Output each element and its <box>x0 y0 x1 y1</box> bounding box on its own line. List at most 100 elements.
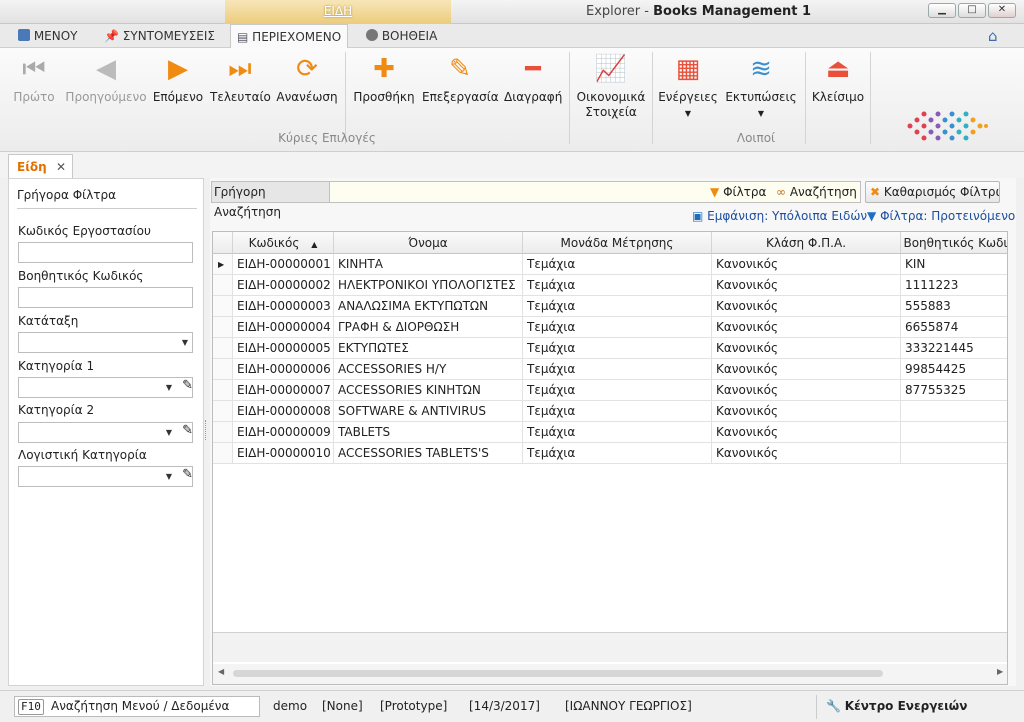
previous-button[interactable]: ◀ Προηγούμενο <box>64 48 148 105</box>
cell-code[interactable]: ΕΙΔΗ-00000010 <box>233 443 334 464</box>
add-button[interactable]: ✚ Προσθήκη <box>352 48 416 105</box>
cell-aux-code[interactable]: 87755325 <box>901 380 1007 401</box>
cell-unit[interactable]: Τεμάχια <box>523 401 712 422</box>
menu-search-box[interactable]: F10 Αναζήτηση Μενού / Δεδομένα <box>14 696 260 717</box>
scroll-right-icon[interactable]: ▶ <box>997 667 1003 676</box>
cell-vat-class[interactable]: Κανονικός <box>712 296 901 317</box>
cell-code[interactable]: ΕΙΔΗ-00000009 <box>233 422 334 443</box>
cell-name[interactable]: ACCESSORIES H/Y <box>334 359 523 380</box>
cell-vat-class[interactable]: Κανονικός <box>712 422 901 443</box>
first-button[interactable]: ⏮ Πρώτο <box>10 48 58 105</box>
tab-menu[interactable]: ΜΕΝΟΥ <box>18 24 78 48</box>
cell-aux-code[interactable] <box>901 422 1007 443</box>
row-indicator[interactable] <box>213 443 233 464</box>
row-indicator[interactable] <box>213 359 233 380</box>
cell-name[interactable]: ΕΚΤΥΠΩΤΕΣ <box>334 338 523 359</box>
cell-name[interactable]: ΗΛΕΚΤΡΟΝΙΚΟΙ ΥΠΟΛΟΓΙΣΤΕΣ <box>334 275 523 296</box>
cell-vat-class[interactable]: Κανονικός <box>712 254 901 275</box>
column-header-code[interactable]: Κωδικός ▲ <box>233 232 334 254</box>
cell-aux-code[interactable] <box>901 443 1007 464</box>
cell-aux-code[interactable] <box>901 401 1007 422</box>
cell-unit[interactable]: Τεμάχια <box>523 275 712 296</box>
cell-aux-code[interactable]: KIN <box>901 254 1007 275</box>
edit-button[interactable]: ✎ Επεξεργασία <box>422 48 499 105</box>
cell-unit[interactable]: Τεμάχια <box>523 443 712 464</box>
minimize-button[interactable]: ▁ <box>928 3 956 18</box>
search-button[interactable]: ∞ Αναζήτηση <box>776 183 857 201</box>
prints-button[interactable]: ≋ Εκτυπώσεις ▼ <box>724 48 798 121</box>
cell-aux-code[interactable]: 1111223 <box>901 275 1007 296</box>
close-window-button[interactable]: ✕ <box>988 3 1016 18</box>
cell-code[interactable]: ΕΙΔΗ-00000001 <box>233 254 334 275</box>
row-indicator[interactable] <box>213 380 233 401</box>
cell-code[interactable]: ΕΙΔΗ-00000003 <box>233 296 334 317</box>
edit-pencil-icon[interactable]: ✎ <box>182 467 193 482</box>
accounting-category-select[interactable]: ▼ ✎ <box>18 466 193 487</box>
column-header-unit[interactable]: Μονάδα Μέτρησης <box>523 232 712 254</box>
filter-preset-link[interactable]: ▼ Φίλτρα: Προτεινόμενο <box>867 209 1015 223</box>
row-indicator[interactable] <box>213 275 233 296</box>
cell-unit[interactable]: Τεμάχια <box>523 296 712 317</box>
row-indicator[interactable] <box>213 317 233 338</box>
tab-shortcuts[interactable]: 📌 ΣΥΝΤΟΜΕΥΣΕΙΣ <box>104 24 215 48</box>
row-indicator[interactable] <box>213 401 233 422</box>
view-link[interactable]: ▣ Εμφάνιση: Υπόλοιπα Ειδών <box>692 209 867 223</box>
last-button[interactable]: ⏭ Τελευταίο <box>210 48 271 105</box>
aux-code-input[interactable] <box>18 287 193 308</box>
close-icon[interactable]: ✕ <box>56 155 66 179</box>
tab-items-document[interactable]: Είδη ✕ <box>8 154 73 178</box>
cell-vat-class[interactable]: Κανονικός <box>712 401 901 422</box>
financial-data-button[interactable]: 📈 Οικονομικά Στοιχεία <box>576 48 646 120</box>
cell-vat-class[interactable]: Κανονικός <box>712 275 901 296</box>
cell-unit[interactable]: Τεμάχια <box>523 380 712 401</box>
cell-name[interactable]: ΑΝΑΛΩΣΙΜΑ ΕΚΤΥΠΩΤΩΝ <box>334 296 523 317</box>
close-button[interactable]: ⏏ Κλείσιμο <box>810 48 866 105</box>
edit-pencil-icon[interactable]: ✎ <box>182 423 193 438</box>
delete-button[interactable]: ━ Διαγραφή <box>504 48 562 105</box>
refresh-button[interactable]: ⟳ Ανανέωση <box>276 48 338 105</box>
cell-name[interactable]: ΓΡΑΦΗ & ΔΙΟΡΘΩΣΗ <box>334 317 523 338</box>
classification-select[interactable]: ▼ <box>18 332 193 353</box>
quick-search-input[interactable] <box>334 183 704 201</box>
cell-name[interactable]: SOFTWARE & ANTIVIRUS <box>334 401 523 422</box>
maximize-button[interactable]: □ <box>958 3 986 18</box>
tab-content[interactable]: ▤ ΠΕΡΙΕΧΟΜΕΝΟ <box>230 24 349 49</box>
cell-name[interactable]: ACCESSORIES TABLETS'S <box>334 443 523 464</box>
home-icon[interactable]: ⌂ <box>988 24 998 48</box>
row-indicator[interactable] <box>213 422 233 443</box>
cell-code[interactable]: ΕΙΔΗ-00000002 <box>233 275 334 296</box>
cell-name[interactable]: TABLETS <box>334 422 523 443</box>
cell-unit[interactable]: Τεμάχια <box>523 317 712 338</box>
clear-filters-button[interactable]: ✖ Καθαρισμός Φίλτρων <box>865 181 1000 203</box>
row-indicator[interactable]: ▶ <box>213 254 233 275</box>
cell-vat-class[interactable]: Κανονικός <box>712 380 901 401</box>
row-indicator[interactable] <box>213 338 233 359</box>
column-header-vat-class[interactable]: Κλάση Φ.Π.Α. <box>712 232 901 254</box>
row-indicator[interactable] <box>213 296 233 317</box>
actions-button[interactable]: ▦ Ενέργειες ▼ <box>658 48 718 121</box>
cell-code[interactable]: ΕΙΔΗ-00000007 <box>233 380 334 401</box>
cell-code[interactable]: ΕΙΔΗ-00000006 <box>233 359 334 380</box>
cell-aux-code[interactable]: 555883 <box>901 296 1007 317</box>
cell-vat-class[interactable]: Κανονικός <box>712 359 901 380</box>
factory-code-input[interactable] <box>18 242 193 263</box>
cell-unit[interactable]: Τεμάχια <box>523 254 712 275</box>
next-button[interactable]: ▶ Επόμενο <box>152 48 204 105</box>
cell-vat-class[interactable]: Κανονικός <box>712 443 901 464</box>
cell-vat-class[interactable]: Κανονικός <box>712 338 901 359</box>
cell-aux-code[interactable]: 333221445 <box>901 338 1007 359</box>
cell-name[interactable]: ACCESSORIES ΚΙΝΗΤΩΝ <box>334 380 523 401</box>
category1-select[interactable]: ▼ ✎ <box>18 377 193 398</box>
cell-vat-class[interactable]: Κανονικός <box>712 317 901 338</box>
cell-unit[interactable]: Τεμάχια <box>523 338 712 359</box>
splitter-grip[interactable] <box>205 420 208 440</box>
column-header-aux-code[interactable]: Βοηθητικός Κωδι <box>901 232 1007 254</box>
cell-name[interactable]: ΚΙΝΗΤΑ <box>334 254 523 275</box>
category2-select[interactable]: ▼ ✎ <box>18 422 193 443</box>
cell-aux-code[interactable]: 99854425 <box>901 359 1007 380</box>
scroll-left-icon[interactable]: ◀ <box>218 667 224 676</box>
cell-aux-code[interactable]: 6655874 <box>901 317 1007 338</box>
cell-unit[interactable]: Τεμάχια <box>523 422 712 443</box>
edit-pencil-icon[interactable]: ✎ <box>182 378 193 393</box>
column-header-name[interactable]: Όνομα <box>334 232 523 254</box>
